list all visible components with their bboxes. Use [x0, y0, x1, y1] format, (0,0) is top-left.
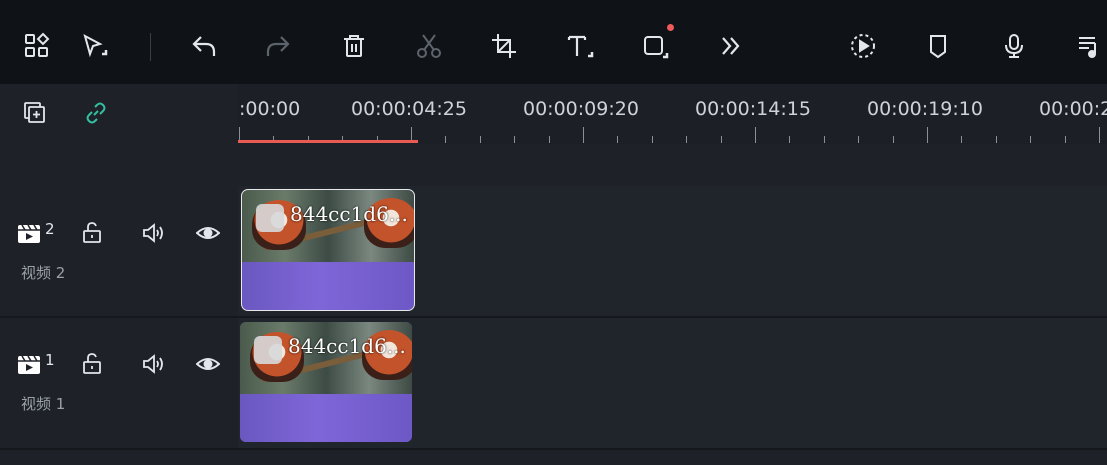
- track-header-panel: 2 视频 2 1 视频 1: [0, 84, 238, 465]
- track-name: 视频 2: [21, 264, 66, 282]
- volume-icon[interactable]: [140, 220, 166, 246]
- ruler-tick: [1064, 136, 1066, 143]
- add-track-icon[interactable]: [22, 100, 48, 126]
- ruler-tick: [479, 136, 481, 143]
- redo-icon[interactable]: [260, 28, 296, 64]
- delete-icon[interactable]: [336, 28, 372, 64]
- cut-icon[interactable]: [411, 28, 447, 64]
- track-header-video-1: 1 视频 1: [0, 317, 238, 445]
- select-tool-icon[interactable]: [76, 28, 112, 64]
- notification-dot: [667, 24, 674, 31]
- ruler-tick: [789, 136, 791, 143]
- eye-icon[interactable]: [195, 220, 221, 246]
- lock-icon[interactable]: [79, 351, 105, 377]
- clip-label: 844cc1d6...: [290, 202, 408, 226]
- video-clip[interactable]: 844cc1d6...: [241, 189, 415, 311]
- crop-icon[interactable]: [486, 28, 522, 64]
- track-number: 2: [45, 220, 55, 238]
- ruler-tick: [651, 136, 653, 143]
- toolbar-separator: [150, 33, 151, 61]
- track-name: 视频 1: [21, 395, 66, 413]
- ruler-tick: [514, 136, 516, 143]
- timeline-toolbar: [0, 0, 1107, 84]
- timecode-label: 00:00:09:20: [523, 98, 639, 120]
- ruler-tick: [445, 136, 447, 143]
- clip-label: 844cc1d6...: [288, 334, 406, 358]
- ruler-tick: [686, 136, 688, 143]
- marker-icon[interactable]: [920, 28, 956, 64]
- lock-icon[interactable]: [79, 220, 105, 246]
- timecode-label: 00:00:14:15: [695, 98, 811, 120]
- ruler-tick: [858, 136, 860, 143]
- clip-body: [240, 394, 412, 442]
- image-icon: [254, 336, 282, 364]
- audio-list-icon[interactable]: [1071, 28, 1107, 64]
- ruler-tick: [892, 136, 894, 143]
- clip-thumbnail: 844cc1d6...: [242, 190, 414, 262]
- video-clip[interactable]: 844cc1d6...: [240, 322, 412, 442]
- ruler-tick: [720, 136, 722, 143]
- layout-grid-icon[interactable]: [19, 28, 55, 64]
- ruler-tick: [927, 127, 928, 143]
- text-icon[interactable]: [562, 28, 598, 64]
- timecode-label: 00:00:04:25: [351, 98, 467, 120]
- undo-icon[interactable]: [186, 28, 222, 64]
- track-divider: [0, 448, 1107, 450]
- volume-icon[interactable]: [140, 351, 166, 377]
- microphone-icon[interactable]: [996, 28, 1032, 64]
- track-header-video-2: 2 视频 2: [0, 184, 238, 312]
- timecode-label: 00:00:2: [1039, 98, 1107, 120]
- ruler-tick: [1030, 136, 1032, 143]
- ruler-tick: [1099, 127, 1100, 143]
- ruler-tick: [583, 127, 584, 143]
- playhead-progress: [238, 140, 418, 143]
- video-track-icon: [16, 351, 42, 377]
- clip-thumbnail: 844cc1d6...: [240, 322, 412, 394]
- link-icon[interactable]: [83, 100, 109, 126]
- ruler-tick: [548, 136, 550, 143]
- time-ruler[interactable]: :00:00 00:00:04:25 00:00:09:20 00:00:14:…: [238, 84, 1107, 144]
- shape-icon[interactable]: [637, 28, 673, 64]
- image-icon: [256, 204, 284, 232]
- timecode-label: 00:00:19:10: [867, 98, 983, 120]
- video-track-icon: [16, 220, 42, 246]
- ruler-tick: [823, 136, 825, 143]
- ruler-tick: [755, 127, 756, 143]
- track-number: 1: [45, 351, 55, 369]
- ruler-tick: [961, 136, 963, 143]
- eye-icon[interactable]: [195, 351, 221, 377]
- more-icon[interactable]: [712, 28, 748, 64]
- timecode-label: :00:00: [239, 98, 301, 120]
- ruler-tick: [995, 136, 997, 143]
- clip-body: [242, 262, 414, 310]
- playback-speed-icon[interactable]: [845, 28, 881, 64]
- ruler-tick: [617, 136, 619, 143]
- track-divider: [0, 316, 1107, 318]
